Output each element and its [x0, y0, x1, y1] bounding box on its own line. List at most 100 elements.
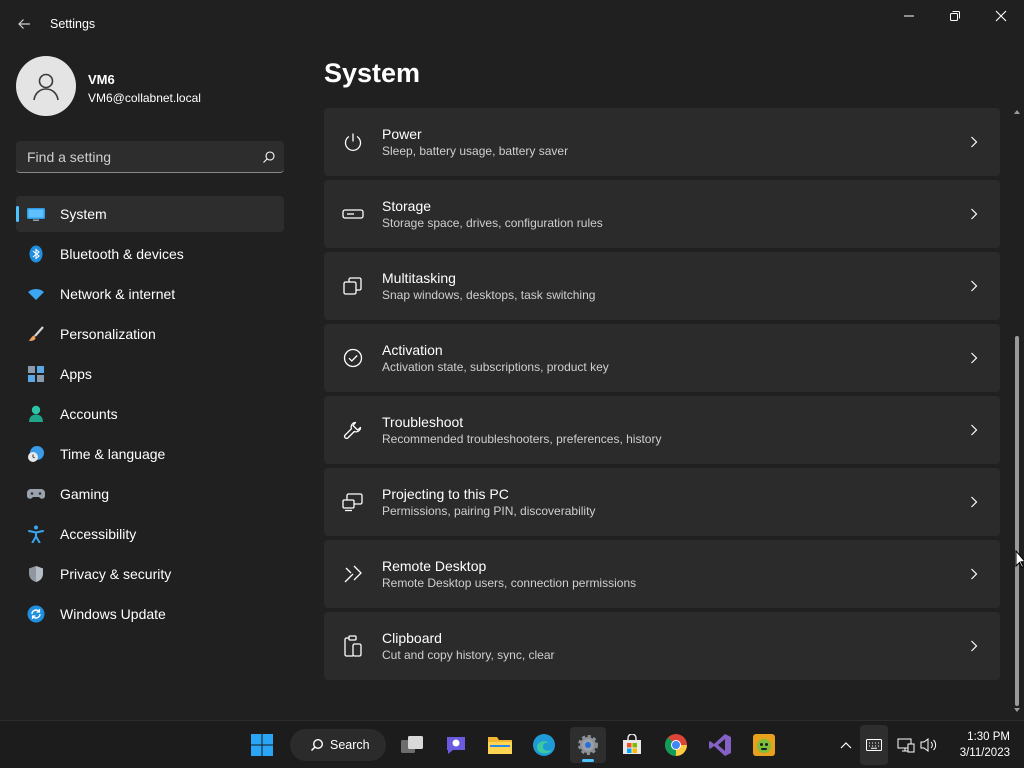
chevron-up-icon — [840, 742, 852, 749]
card-subtitle: Snap windows, desktops, task switching — [382, 287, 596, 302]
file-explorer-button[interactable] — [482, 727, 518, 763]
restore-icon — [950, 11, 960, 21]
search-box[interactable] — [16, 141, 284, 173]
gamepad-icon — [27, 485, 45, 503]
taskbar-search[interactable]: Search — [290, 729, 386, 761]
task-view-button[interactable] — [394, 727, 430, 763]
chevron-right-icon — [966, 638, 982, 654]
sidebar-item-label: Accounts — [60, 406, 118, 422]
game-app-button[interactable] — [746, 727, 782, 763]
card-activation[interactable]: Activation Activation state, subscriptio… — [324, 324, 1000, 392]
chrome-browser-icon — [665, 734, 687, 756]
system-icon — [27, 205, 45, 223]
settings-taskbar-button[interactable] — [570, 727, 606, 763]
chevron-right-icon — [966, 566, 982, 582]
sidebar-item-privacy-security[interactable]: Privacy & security — [16, 556, 284, 592]
profile-email: VM6@collabnet.local — [88, 91, 201, 105]
sidebar-nav: System Bluetooth & devices Network & int… — [16, 196, 284, 636]
bluetooth-icon — [27, 245, 45, 263]
card-title: Storage — [382, 197, 432, 214]
card-multitasking[interactable]: Multitasking Snap windows, desktops, tas… — [324, 252, 1000, 320]
chrome-button[interactable] — [658, 727, 694, 763]
card-title: Troubleshoot — [382, 413, 464, 430]
sidebar-item-personalization[interactable]: Personalization — [16, 316, 284, 352]
show-hidden-icons-button[interactable] — [836, 735, 856, 755]
store-bag-icon — [623, 734, 641, 754]
sidebar-item-label: Time & language — [60, 446, 166, 462]
sidebar-item-bluetooth[interactable]: Bluetooth & devices — [16, 236, 284, 272]
back-button[interactable] — [10, 10, 38, 38]
sidebar-item-network[interactable]: Network & internet — [16, 276, 284, 312]
close-icon — [995, 10, 1007, 22]
scroll-thumb[interactable] — [1015, 336, 1019, 706]
card-subtitle: Activation state, subscriptions, product… — [382, 359, 609, 374]
chat-button[interactable] — [438, 727, 474, 763]
card-storage[interactable]: Storage Storage space, drives, configura… — [324, 180, 1000, 248]
back-arrow-icon — [18, 19, 30, 29]
sidebar-item-system[interactable]: System — [16, 196, 284, 232]
shield-icon — [27, 565, 45, 583]
vertical-scrollbar[interactable] — [1012, 108, 1022, 718]
accessibility-icon — [27, 525, 45, 543]
chevron-right-icon — [966, 134, 982, 150]
clock-time: 1:30 PM — [967, 731, 1010, 743]
sidebar-item-label: Network & internet — [60, 286, 176, 302]
sidebar-item-windows-update[interactable]: Windows Update — [16, 596, 284, 632]
user-profile[interactable]: VM6 VM6@collabnet.local — [16, 56, 286, 118]
scroll-down-arrow-icon[interactable] — [1014, 708, 1020, 712]
update-icon — [27, 605, 45, 623]
chevron-right-icon — [966, 494, 982, 510]
windows-logo-icon — [251, 734, 273, 756]
card-title: Activation — [382, 341, 443, 358]
storage-icon — [341, 202, 365, 226]
settings-list: Power Sleep, battery usage, battery save… — [324, 108, 1000, 684]
card-troubleshoot[interactable]: Troubleshoot Recommended troubleshooters… — [324, 396, 1000, 464]
page-title: System — [324, 58, 421, 88]
game-app-icon — [753, 734, 775, 756]
card-remote-desktop[interactable]: Remote Desktop Remote Desktop users, con… — [324, 540, 1000, 608]
card-projecting[interactable]: Projecting to this PC Permissions, pairi… — [324, 468, 1000, 536]
power-icon — [341, 130, 365, 154]
edge-button[interactable] — [526, 727, 562, 763]
volume-tray-button[interactable] — [918, 735, 938, 755]
chevron-right-icon — [966, 422, 982, 438]
minimize-button[interactable] — [886, 0, 932, 32]
touch-keyboard-button[interactable] — [860, 725, 888, 765]
sidebar-item-label: Bluetooth & devices — [60, 246, 184, 262]
taskbar-search-label: Search — [330, 738, 370, 752]
sidebar-item-gaming[interactable]: Gaming — [16, 476, 284, 512]
search-input[interactable] — [16, 148, 254, 165]
sidebar-item-label: Apps — [60, 366, 92, 382]
card-power[interactable]: Power Sleep, battery usage, battery save… — [324, 108, 1000, 176]
search-icon[interactable] — [254, 142, 284, 172]
sidebar-item-accessibility[interactable]: Accessibility — [16, 516, 284, 552]
card-title: Projecting to this PC — [382, 485, 509, 502]
store-button[interactable] — [614, 727, 650, 763]
card-subtitle: Permissions, pairing PIN, discoverabilit… — [382, 503, 596, 518]
mouse-cursor-icon — [1015, 550, 1024, 569]
sidebar-item-label: Windows Update — [60, 606, 166, 622]
visual-studio-button[interactable] — [702, 727, 738, 763]
sidebar-item-time-language[interactable]: Time & language — [16, 436, 284, 472]
person-icon — [27, 405, 45, 423]
minimize-icon — [904, 15, 914, 17]
sidebar-item-apps[interactable]: Apps — [16, 356, 284, 392]
title-bar: Settings — [0, 0, 1024, 48]
network-tray-button[interactable] — [896, 735, 916, 755]
chat-icon — [447, 737, 465, 754]
wrench-icon — [341, 418, 365, 442]
app-title: Settings — [50, 17, 96, 31]
apps-icon — [27, 365, 45, 383]
close-button[interactable] — [978, 0, 1024, 32]
task-view-icon — [401, 736, 423, 753]
scroll-up-arrow-icon[interactable] — [1014, 110, 1020, 114]
sidebar-item-accounts[interactable]: Accounts — [16, 396, 284, 432]
card-clipboard[interactable]: Clipboard Cut and copy history, sync, cl… — [324, 612, 1000, 680]
card-title: Power — [382, 125, 422, 142]
restore-button[interactable] — [932, 0, 978, 32]
taskbar-clock[interactable]: 1:30 PM 3/11/2023 — [948, 729, 1010, 761]
card-title: Multitasking — [382, 269, 456, 286]
chevron-right-icon — [966, 206, 982, 222]
start-button[interactable] — [244, 727, 280, 763]
card-title: Clipboard — [382, 629, 442, 646]
